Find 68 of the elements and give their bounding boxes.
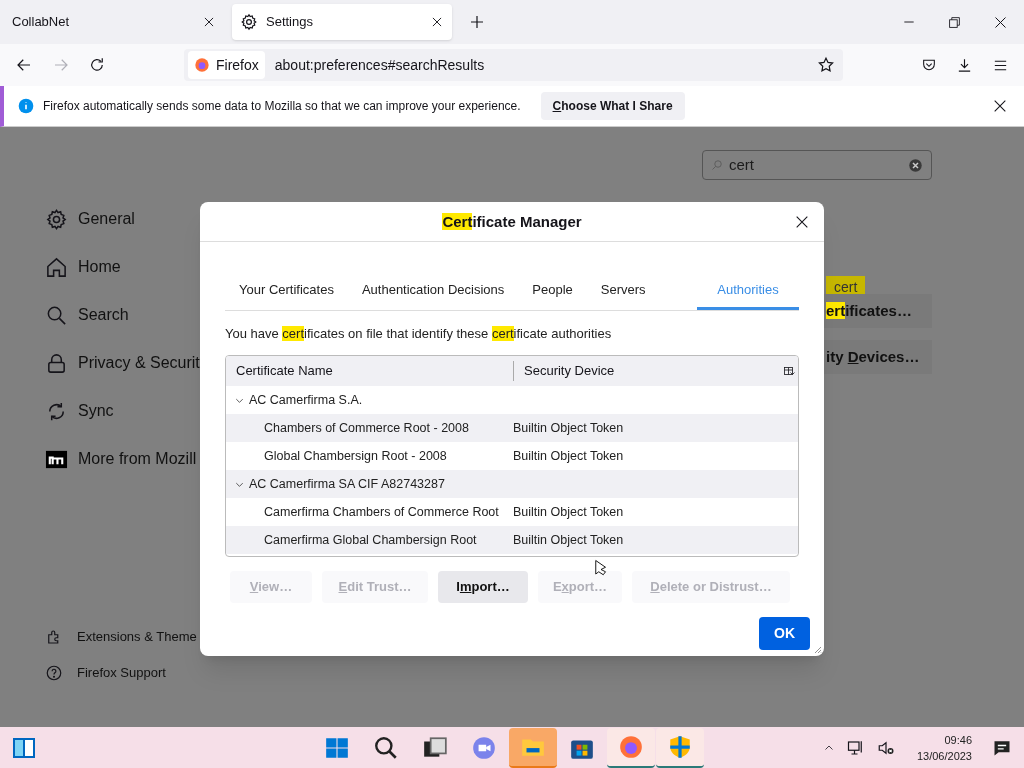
firefox-logo-icon (618, 733, 644, 760)
sidebar-item[interactable]: More from Mozill (45, 447, 200, 471)
sidebar-item[interactable]: General (45, 207, 200, 231)
sidebar-item[interactable]: Sync (45, 399, 200, 423)
dialog-tab[interactable]: Servers (586, 270, 660, 310)
tree-row[interactable]: Chambers of Commerce Root - 2008 Builtin Object Token (226, 414, 798, 442)
notification-message: Firefox automatically sends some data to Mozilla so that we can improve your experience. (43, 98, 521, 115)
dialog-tab[interactable]: People (518, 270, 587, 310)
column-header[interactable]: Security Device (514, 361, 783, 381)
close-icon[interactable] (202, 15, 216, 29)
sidebar-item[interactable]: Search (45, 303, 200, 327)
reload-icon[interactable] (88, 56, 106, 74)
sidebar-item[interactable]: Privacy & Securit (45, 351, 200, 375)
info-icon (18, 98, 34, 114)
dialog-tab[interactable]: Authorities (697, 270, 799, 310)
dialog-tab[interactable]: Authentication Decisions (347, 270, 519, 310)
column-header[interactable]: Certificate Name (226, 361, 514, 381)
sidebar-link[interactable]: Extensions & Theme (45, 627, 200, 647)
shield-icon (667, 733, 693, 760)
row-label: Builtin Object Token (513, 503, 624, 521)
sidebar-link[interactable]: Firefox Support (45, 663, 200, 683)
row-label: Global Chambersign Root - 2008 (263, 447, 448, 465)
restore-icon[interactable] (948, 15, 961, 29)
row-label: Builtin Object Token (513, 447, 624, 465)
identity-box[interactable]: Firefox (188, 51, 265, 79)
sidebar-item[interactable]: Home (45, 255, 200, 279)
download-icon[interactable] (956, 56, 973, 74)
ok-button[interactable]: OK (759, 617, 810, 650)
lock-icon (45, 351, 68, 375)
dialog-button[interactable]: Import… (438, 571, 528, 603)
firefox-logo-icon (194, 57, 210, 73)
close-icon[interactable] (993, 14, 1008, 30)
row-label: Chambers of Commerce Root - 2008 (263, 419, 470, 437)
search-icon (711, 159, 723, 171)
row-label: AC Camerfirma SA CIF A82743287 (249, 475, 445, 493)
browser-tab[interactable]: Settings (232, 4, 452, 40)
row-label: AC Camerfirma S.A. (249, 391, 363, 409)
row-label: Camerfirma Global Chambersign Root (263, 531, 478, 549)
search-field[interactable]: cert (702, 150, 932, 180)
settings-button[interactable]: ity Devices… (824, 340, 932, 374)
close-icon[interactable] (992, 98, 1008, 114)
clear-icon[interactable] (908, 157, 923, 173)
row-label: Builtin Object Token (513, 419, 624, 437)
tree-row[interactable]: Camerfirma Global Chambersign Root Builtin Object Token (226, 526, 798, 554)
address-bar[interactable]: Firefox about:preferences#searchResults (184, 49, 843, 81)
clock-time[interactable]: 09:46 (944, 731, 972, 748)
gear-icon (240, 13, 258, 31)
network-icon[interactable] (846, 738, 865, 757)
clock-date[interactable]: 13/06/2023 (916, 747, 972, 764)
row-label: Builtin Object Token (513, 531, 624, 549)
url-text: about:preferences#searchResults (274, 55, 486, 75)
bookmark-star-icon[interactable] (817, 56, 835, 74)
chat-icon (471, 734, 497, 761)
row-label: Camerfirma Chambers of Commerce Root (263, 503, 500, 521)
pocket-icon[interactable] (921, 57, 937, 73)
browser-tab[interactable]: CollabNet (4, 4, 224, 40)
home-icon (45, 255, 68, 279)
column-picker-icon[interactable] (783, 365, 795, 377)
new-tab-icon[interactable] (468, 13, 486, 31)
widgets-icon[interactable] (12, 735, 36, 760)
gear-icon (45, 207, 68, 231)
help-icon (45, 664, 63, 682)
settings-button[interactable]: ertificates… (824, 294, 932, 328)
search-icon (373, 734, 399, 761)
dialog-tab[interactable]: Your Certificates (225, 270, 348, 310)
choose-share-button[interactable]: Choose What I Share (540, 92, 685, 120)
close-icon[interactable] (430, 15, 444, 29)
tree-row[interactable]: AC Camerfirma SA CIF A82743287 (226, 470, 798, 498)
